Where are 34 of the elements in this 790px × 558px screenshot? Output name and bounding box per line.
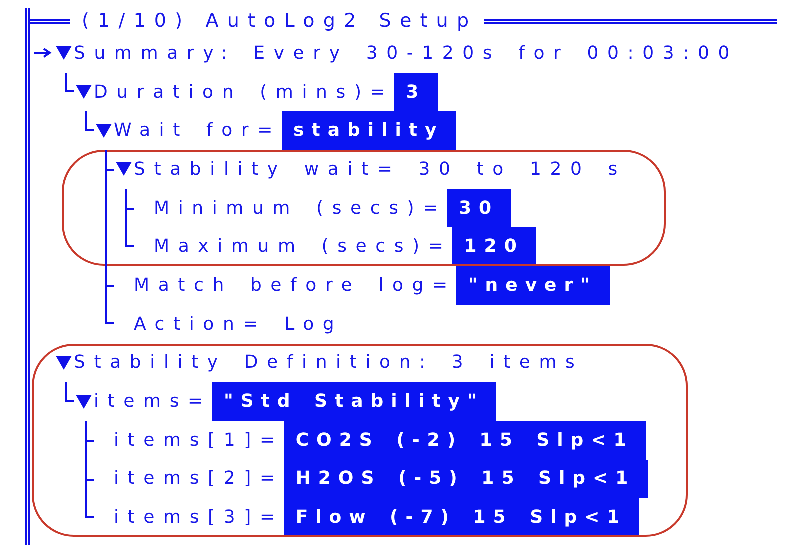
tree-connector: [85, 111, 94, 131]
setting-label: Stability Definition: 3 items: [74, 352, 584, 374]
setting-value-field[interactable]: stability: [282, 111, 456, 150]
setting-label: Maximum (secs)=: [154, 236, 452, 258]
setting-label: Wait for=: [114, 120, 282, 142]
expand-triangle-icon[interactable]: [56, 46, 72, 60]
tree-connector: [65, 72, 74, 92]
setting-label: items[2]=: [114, 468, 284, 490]
setting-value-field[interactable]: "Std Stability": [212, 382, 496, 421]
setting-label: Match before log=: [134, 274, 456, 296]
window-title: (1/10) AutoLog2 Setup: [81, 11, 479, 31]
setting-label: items[3]=: [114, 507, 284, 528]
tree-connector: [105, 150, 114, 189]
setting-label: items[1]=: [114, 430, 284, 451]
setting-value-field[interactable]: CO2S (-2) 15 Slp<1: [284, 420, 646, 460]
setting-label: Minimum (secs)=: [154, 198, 447, 219]
setting-label: items=: [94, 391, 212, 412]
expand-triangle-icon[interactable]: [116, 162, 132, 176]
setting-value-field[interactable]: 30: [447, 188, 512, 228]
expand-triangle-icon[interactable]: [56, 356, 72, 370]
tree-connector: [85, 420, 94, 460]
expand-triangle-icon[interactable]: [76, 394, 92, 409]
setting-label: Duration (mins)=: [94, 82, 394, 103]
setting-value-field[interactable]: 3: [394, 72, 438, 112]
setting-label: Stability wait= 30 to 120 s: [134, 158, 626, 180]
setting-value-field[interactable]: Flow (-7) 15 Slp<1: [284, 498, 640, 537]
setting-value-field[interactable]: 120: [452, 227, 536, 266]
tree-connector: [65, 382, 74, 402]
expand-triangle-icon[interactable]: [96, 124, 112, 138]
setting-label: Action= Log: [134, 314, 344, 335]
setting-value-field[interactable]: H2OS (-5) 15 Slp<1: [284, 460, 648, 498]
setting-value-field[interactable]: "never": [456, 266, 610, 305]
expand-triangle-icon[interactable]: [76, 85, 92, 100]
setting-label: Summary: Every 30-120s for 00:03:00: [74, 42, 739, 64]
